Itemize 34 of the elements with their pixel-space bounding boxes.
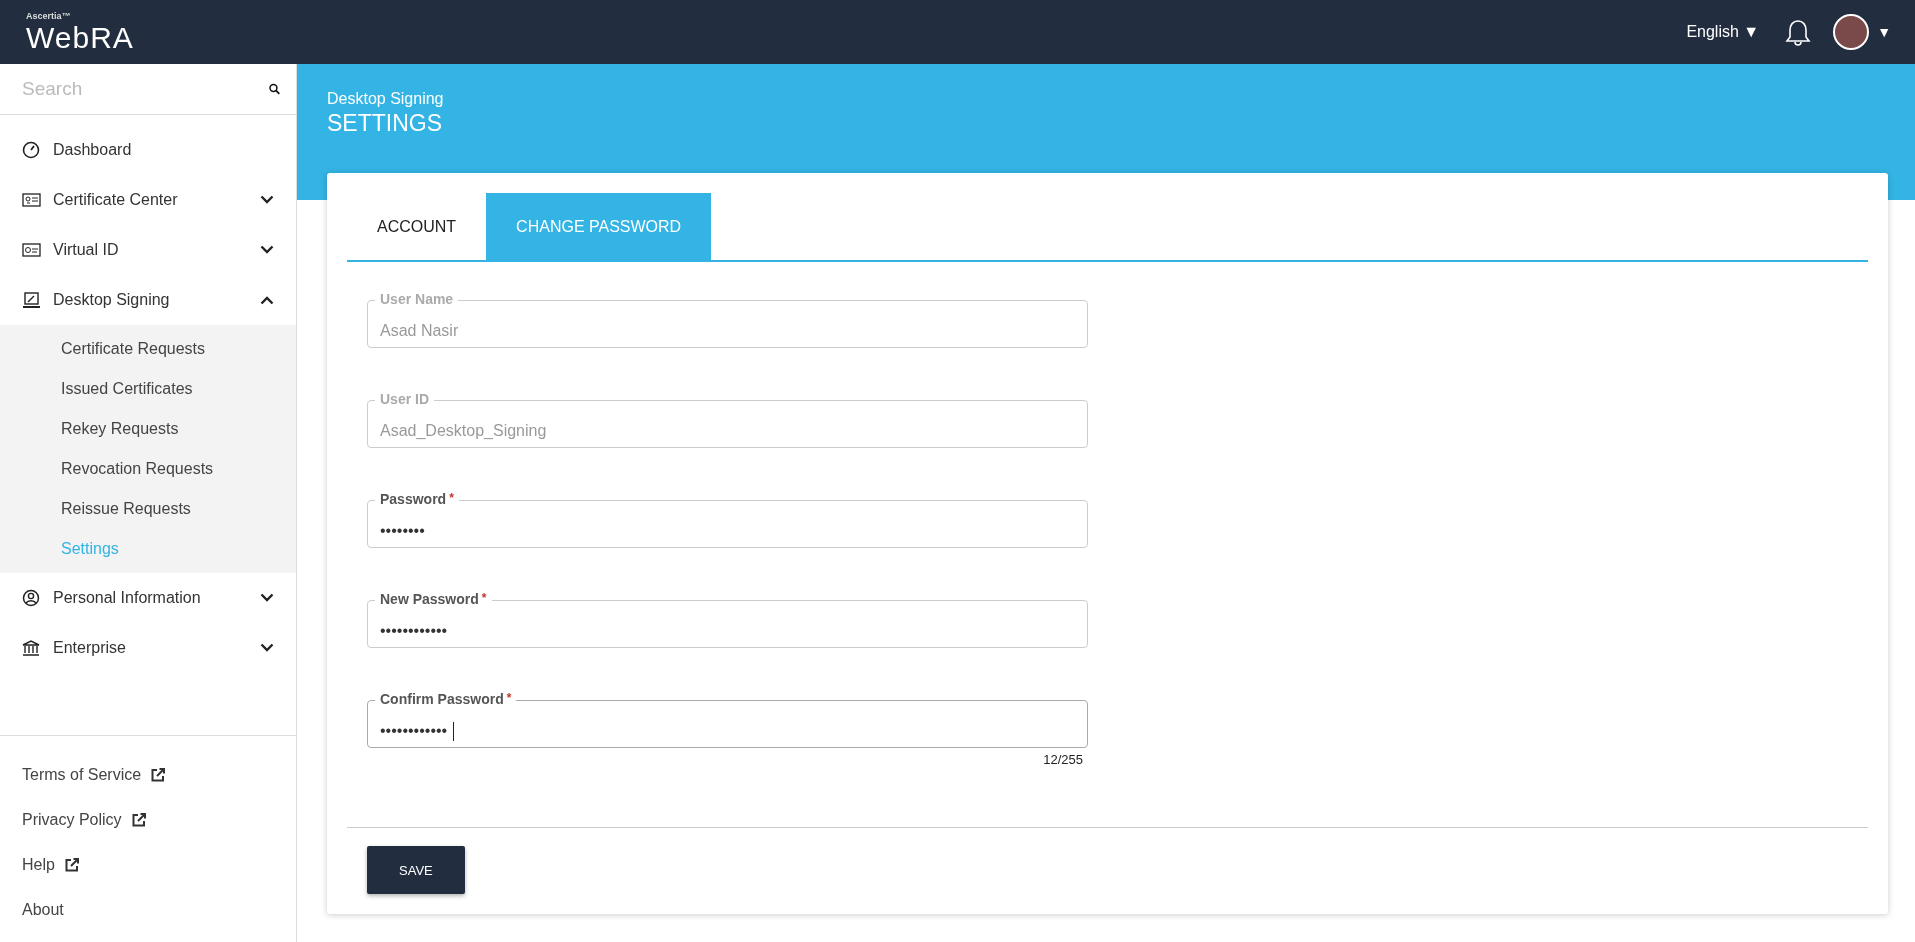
sidebar-item[interactable]: Certificate Center bbox=[0, 175, 296, 225]
user-circle-icon bbox=[22, 589, 41, 607]
submenu-item[interactable]: Rekey Requests bbox=[0, 409, 296, 449]
brand-tagline: Ascertia™ bbox=[26, 11, 72, 21]
id-card-icon bbox=[22, 241, 41, 259]
sidebar-item[interactable]: Enterprise bbox=[0, 623, 296, 673]
save-button[interactable]: SAVE bbox=[367, 846, 465, 894]
bank-icon bbox=[22, 639, 41, 657]
submenu-item[interactable]: Revocation Requests bbox=[0, 449, 296, 489]
user-menu-caret[interactable]: ▼ bbox=[1877, 24, 1891, 40]
breadcrumb: Desktop Signing bbox=[327, 90, 445, 108]
avatar-circle[interactable] bbox=[1833, 14, 1870, 50]
submenu-item[interactable]: Reissue Requests bbox=[0, 489, 296, 529]
notification-bell-icon[interactable] bbox=[1785, 18, 1812, 46]
language-selector[interactable]: English ▼ bbox=[1686, 23, 1760, 41]
sidebar-item[interactable]: Dashboard bbox=[0, 125, 296, 175]
text-cursor bbox=[452, 722, 454, 741]
footer-link[interactable]: Terms of Service bbox=[22, 765, 142, 784]
laptop-icon bbox=[22, 291, 41, 309]
sidebar-item[interactable]: Desktop Signing bbox=[0, 275, 296, 325]
submenu-item[interactable]: Certificate Requests bbox=[0, 329, 296, 369]
page-title: SETTINGS bbox=[327, 110, 443, 137]
gauge-icon bbox=[22, 141, 41, 159]
id-card-icon bbox=[22, 191, 41, 209]
sidebar-item[interactable]: Virtual ID bbox=[0, 225, 296, 275]
sidebar-item[interactable]: Personal Information bbox=[0, 573, 296, 623]
character-counter: 12/255 bbox=[1043, 752, 1083, 767]
footer-link[interactable]: About bbox=[22, 900, 64, 919]
search-icon bbox=[269, 81, 280, 97]
brand-logo: WebRA bbox=[26, 22, 134, 53]
search-field[interactable]: Search bbox=[20, 77, 269, 101]
submenu-item[interactable]: Issued Certificates bbox=[0, 369, 296, 409]
footer-link[interactable]: Help bbox=[22, 855, 55, 874]
footer-link[interactable]: Privacy Policy bbox=[22, 810, 122, 829]
